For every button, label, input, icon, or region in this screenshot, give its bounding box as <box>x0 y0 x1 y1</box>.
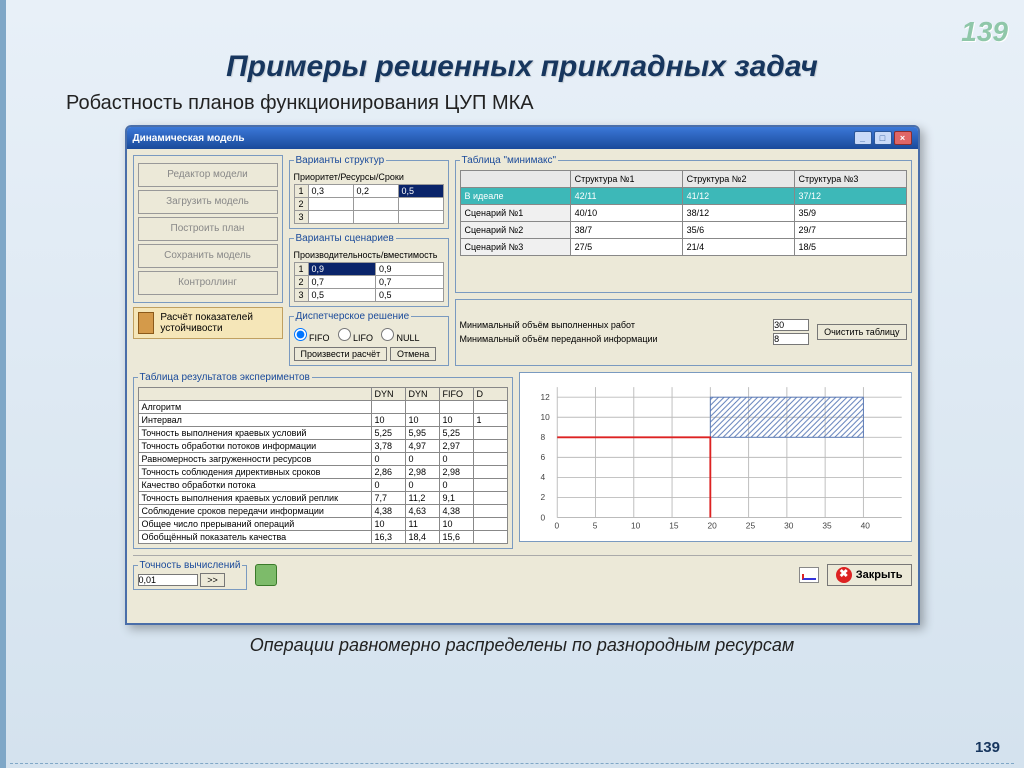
svg-text:6: 6 <box>540 452 545 462</box>
svg-text:30: 30 <box>784 521 794 531</box>
svg-text:35: 35 <box>822 521 832 531</box>
slide-title: Примеры решенных прикладных задач <box>60 50 984 84</box>
minimax-panel: Таблица "минимакс" Структура №1Структура… <box>455 155 912 293</box>
svg-text:8: 8 <box>540 432 545 442</box>
variants-scen-header: Производительность/вместимость <box>294 250 444 260</box>
min-work-input[interactable] <box>773 319 809 331</box>
dispatch-option-null[interactable]: NULL <box>381 328 420 343</box>
min-info-label: Минимальный объём переданной информации <box>460 334 770 344</box>
close-x-icon: ✖ <box>836 567 852 583</box>
svg-text:40: 40 <box>860 521 870 531</box>
svg-text:0: 0 <box>540 512 545 522</box>
svg-text:4: 4 <box>540 472 545 482</box>
window-footer: Точность вычислений >> ✖ Закрыть <box>133 555 912 590</box>
svg-text:10: 10 <box>630 521 640 531</box>
svg-text:2: 2 <box>540 492 545 502</box>
minimax-table[interactable]: Структура №1Структура №2Структура №3В ид… <box>460 170 907 256</box>
chart-toggle-icon[interactable] <box>799 567 819 583</box>
minimax-legend: Таблица "минимакс" <box>460 155 559 166</box>
run-calc-button[interactable]: Произвести расчёт <box>294 347 388 361</box>
svg-text:25: 25 <box>745 521 755 531</box>
maximize-icon[interactable]: □ <box>874 131 892 145</box>
variants-scen-legend: Варианты сценариев <box>294 233 396 244</box>
sidebar-panel: Редактор модели Загрузить модель Построить… <box>133 155 283 303</box>
close-label: Закрыть <box>856 569 903 581</box>
sidebar-button-0[interactable]: Редактор модели <box>138 163 278 187</box>
min-info-input[interactable] <box>773 333 809 345</box>
svg-text:20: 20 <box>707 521 717 531</box>
clear-table-button[interactable]: Очистить таблицу <box>817 324 906 340</box>
slide-subtitle: Робастность планов функционирования ЦУП … <box>66 92 984 115</box>
page-number: 139 <box>975 739 1000 756</box>
svg-text:5: 5 <box>592 521 597 531</box>
dispatch-panel: Диспетчерское решение FIFO LIFO NULL Про… <box>289 311 449 366</box>
sidebar-button-4[interactable]: Контроллинг <box>138 271 278 295</box>
results-panel: Таблица результатов экспериментов DYNDYN… <box>133 372 513 549</box>
results-legend: Таблица результатов экспериментов <box>138 372 312 383</box>
dispatch-legend: Диспетчерское решение <box>294 311 412 322</box>
dispatch-option-fifo[interactable]: FIFO <box>294 328 330 343</box>
variants-struct-panel: Варианты структур Приоритет/Ресурсы/Срок… <box>289 155 449 229</box>
calc-indicators-button[interactable]: Расчёт показателей устойчивости <box>133 307 283 339</box>
svg-text:15: 15 <box>669 521 679 531</box>
slide-corner-number: 139 <box>961 16 1008 48</box>
sidebar-button-3[interactable]: Сохранить модель <box>138 244 278 268</box>
app-window: Динамическая модель _ □ × Редактор модел… <box>125 125 920 625</box>
window-title: Динамическая модель <box>133 133 245 144</box>
precision-input[interactable] <box>138 574 198 586</box>
precision-label: Точность вычислений <box>138 560 243 571</box>
cancel-calc-button[interactable]: Отмена <box>390 347 436 361</box>
close-window-button[interactable]: ✖ Закрыть <box>827 564 912 586</box>
svg-text:10: 10 <box>540 412 550 422</box>
variants-struct-table[interactable]: 10,30,20,523 <box>294 184 444 224</box>
svg-text:0: 0 <box>554 521 559 531</box>
chart-icon <box>138 312 155 334</box>
chart-area: 0 5 10 15 20 25 30 35 40 0 2 4 6 8 10 12 <box>519 372 912 542</box>
slide-bottom-caption: Операции равномерно распределены по разн… <box>60 635 984 656</box>
sidebar-button-1[interactable]: Загрузить модель <box>138 190 278 214</box>
params-panel: Минимальный объём выполненных работ Мини… <box>455 299 912 367</box>
svg-text:12: 12 <box>540 392 550 402</box>
window-titlebar[interactable]: Динамическая модель _ □ × <box>127 127 918 149</box>
variants-scen-panel: Варианты сценариев Производительность/вм… <box>289 233 449 307</box>
variants-struct-legend: Варианты структур <box>294 155 387 166</box>
dispatch-option-lifo[interactable]: LIFO <box>338 328 374 343</box>
slide-border-bottom <box>10 763 1014 764</box>
sidebar-button-2[interactable]: Построить план <box>138 217 278 241</box>
min-work-label: Минимальный объём выполненных работ <box>460 320 770 330</box>
variants-struct-header: Приоритет/Ресурсы/Сроки <box>294 172 444 182</box>
close-icon[interactable]: × <box>894 131 912 145</box>
calc-indicators-label: Расчёт показателей устойчивости <box>160 312 277 334</box>
refresh-icon[interactable] <box>255 564 277 586</box>
precision-expand-button[interactable]: >> <box>200 573 225 587</box>
variants-scen-table[interactable]: 10,90,920,70,730,50,5 <box>294 262 444 302</box>
minimize-icon[interactable]: _ <box>854 131 872 145</box>
results-table[interactable]: DYNDYNFIFODАлгоритмИнтервал1010101Точнос… <box>138 387 508 544</box>
